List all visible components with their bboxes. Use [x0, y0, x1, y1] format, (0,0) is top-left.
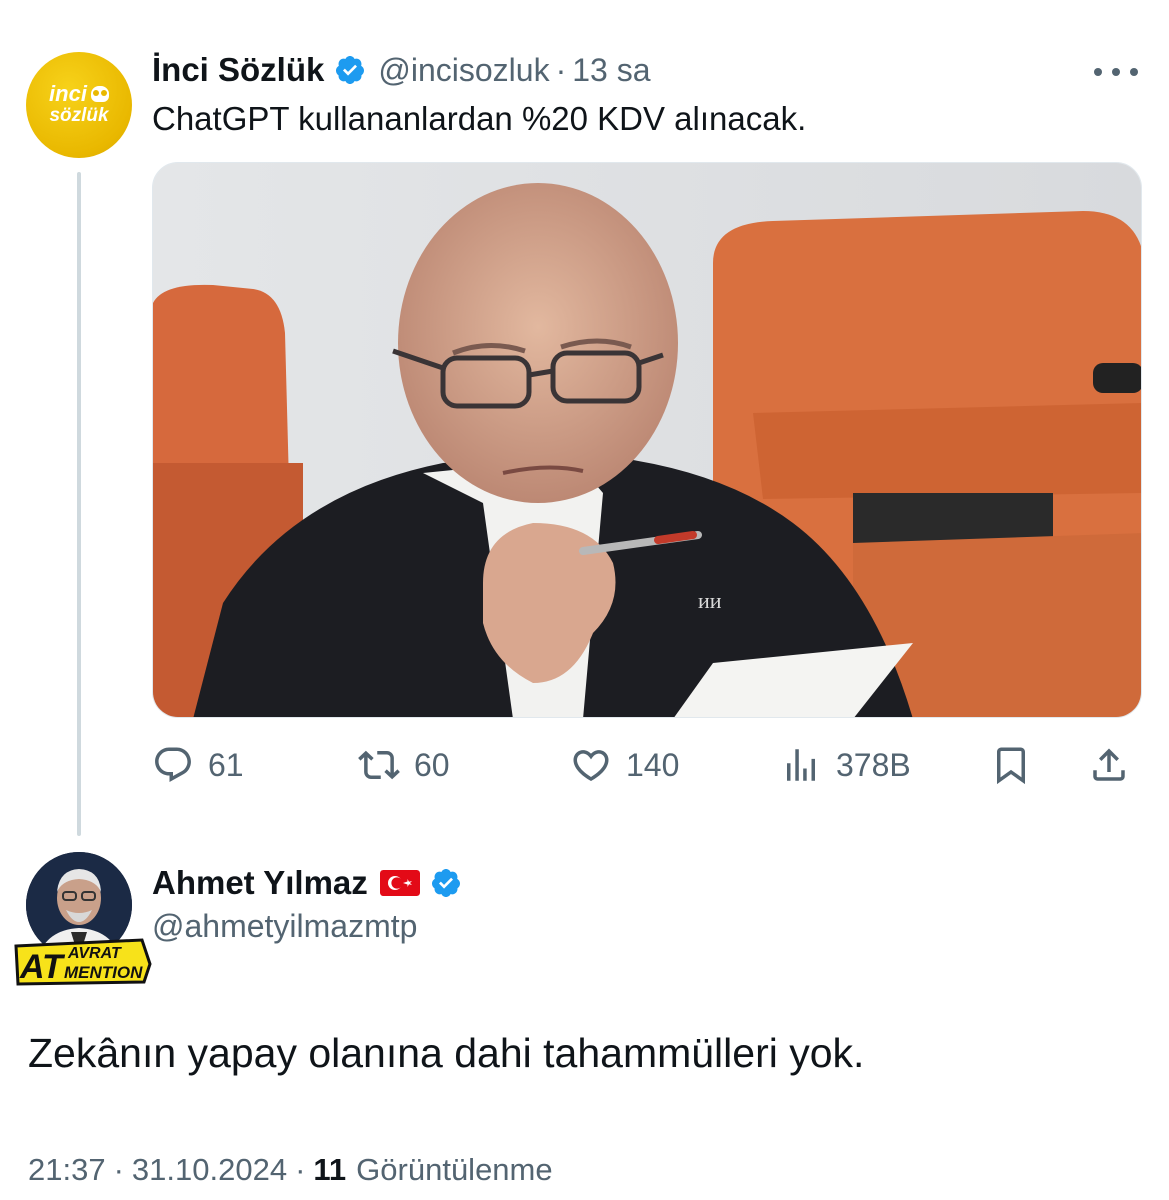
tweet-timestamp[interactable]: 13 sa: [572, 52, 650, 89]
reply-count: 61: [208, 746, 244, 783]
dot-separator: ·: [555, 51, 567, 88]
tweet-action-bar: 61 60 140 378B: [152, 740, 1142, 790]
like-button[interactable]: 140: [570, 740, 679, 790]
views-count: 11: [313, 1152, 347, 1187]
views-button[interactable]: 378B: [780, 740, 911, 790]
tweet-date[interactable]: 31.10.2024: [132, 1152, 287, 1188]
repost-button[interactable]: 60: [358, 740, 450, 790]
reply-icon: [155, 747, 191, 782]
analytics-icon: [787, 749, 815, 781]
views-label: Görüntülenme: [356, 1152, 553, 1187]
svg-text:AVRAT: AVRAT: [67, 945, 122, 962]
dot-separator: ·: [295, 1152, 306, 1187]
verified-badge-icon: [431, 869, 460, 897]
inci-sozluk-avatar[interactable]: inci sözlük: [26, 52, 132, 158]
tweet-metadata: 21:37 · 31.10.2024 · 11 Görüntülenme: [28, 1152, 553, 1188]
quoted-tweet-text: ChatGPT kullananlardan %20 KDV alınacak.: [152, 100, 807, 137]
main-tweet-text: Zekânın yapay olanına dahi tahammülleri …: [28, 1030, 865, 1076]
avatar-logo-line2: sözlük: [49, 105, 109, 126]
share-icon: [1093, 748, 1125, 781]
author-name[interactable]: İnci Sözlük: [152, 51, 324, 89]
tweet-photo[interactable]: ᴎᴎ: [152, 162, 1142, 718]
avatar-logo-line1: inci: [49, 83, 109, 105]
photo-illustration: ᴎᴎ: [153, 163, 1141, 717]
owl-icon: [90, 86, 109, 102]
thread-connector-line: [77, 172, 81, 836]
bookmark-button[interactable]: [990, 740, 1032, 790]
heart-icon: [573, 750, 609, 782]
views-count: 378B: [836, 746, 911, 783]
author-handle[interactable]: @incisozluk: [378, 52, 549, 89]
bookmark-icon: [997, 747, 1025, 785]
like-count: 140: [626, 746, 680, 783]
svg-text:ᴎᴎ: ᴎᴎ: [698, 588, 722, 613]
main-tweet-header: Ahmet Yılmaz: [152, 862, 462, 904]
quoted-tweet-header: İnci Sözlük @incisozluk · 13 sa: [152, 50, 651, 90]
svg-text:MENTION: MENTION: [64, 963, 143, 982]
more-options-icon[interactable]: [1094, 66, 1138, 78]
verified-badge-icon: [336, 56, 365, 84]
turkey-flag-icon: [379, 870, 420, 896]
reply-button[interactable]: 61: [152, 740, 244, 790]
repost-icon: [358, 750, 400, 780]
author-handle[interactable]: @ahmetyilmazmtp: [152, 908, 417, 945]
at-avrat-mention-badge: AT AVRAT MENTION: [14, 938, 152, 986]
tweet-time[interactable]: 21:37: [28, 1152, 106, 1188]
author-name[interactable]: Ahmet Yılmaz: [152, 864, 368, 902]
share-button[interactable]: [1088, 740, 1130, 790]
svg-text:AT: AT: [19, 948, 66, 986]
repost-count: 60: [414, 746, 450, 783]
dot-separator: ·: [113, 1152, 124, 1187]
